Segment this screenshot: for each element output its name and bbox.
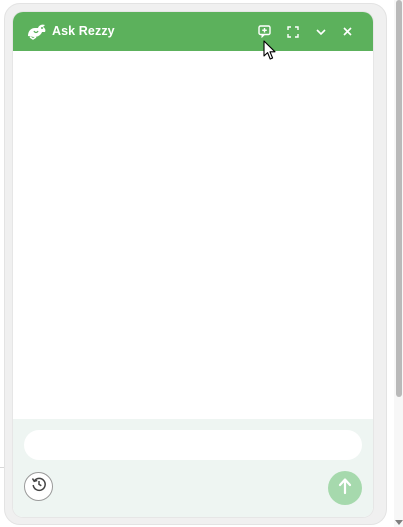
- new-chat-icon: [258, 25, 271, 38]
- send-button[interactable]: [328, 471, 362, 505]
- expand-icon: [286, 25, 299, 38]
- minimize-button[interactable]: [312, 23, 329, 40]
- chat-widget: Ask Rezzy: [13, 12, 373, 517]
- expand-button[interactable]: [284, 23, 301, 40]
- scroll-down-arrow-icon[interactable]: [395, 520, 403, 525]
- history-button[interactable]: [24, 472, 53, 501]
- composer: [13, 419, 373, 517]
- history-icon: [31, 476, 47, 497]
- widget-title: Ask Rezzy: [52, 24, 115, 38]
- chevron-down-icon: [315, 26, 327, 38]
- scrollbar-thumb[interactable]: [396, 0, 402, 397]
- rezzy-logo-icon: [26, 22, 48, 40]
- close-icon: [342, 26, 353, 37]
- widget-header: Ask Rezzy: [13, 12, 373, 51]
- arrow-up-icon: [337, 477, 353, 500]
- page-scrollbar[interactable]: [394, 0, 403, 527]
- close-button[interactable]: [339, 23, 356, 40]
- message-input[interactable]: [24, 430, 362, 460]
- new-chat-button[interactable]: [256, 23, 273, 40]
- conversation-area[interactable]: [13, 51, 373, 419]
